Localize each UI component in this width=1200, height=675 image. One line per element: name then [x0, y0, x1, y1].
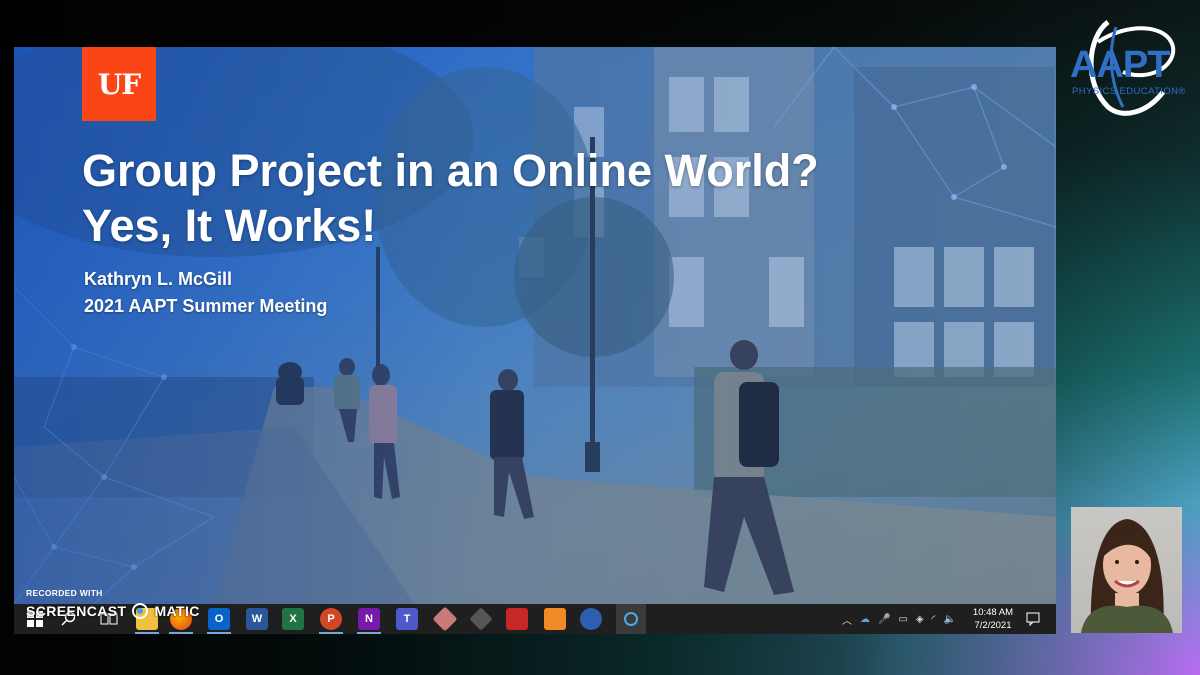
app-orange-icon[interactable] [544, 608, 566, 630]
onenote-underline [357, 632, 381, 634]
microphone-icon[interactable]: 🎤 [878, 614, 890, 625]
teams-icon[interactable]: T [396, 608, 418, 630]
aapt-logo-text: AAPT [1070, 44, 1170, 86]
taskbar-clock[interactable]: 10:48 AM 7/2/2021 [972, 606, 1014, 632]
clock-time: 10:48 AM [972, 607, 1014, 618]
clock-date: 7/2/2021 [974, 620, 1012, 631]
author-name: Kathryn L. McGill [84, 269, 233, 289]
volume-icon[interactable]: 🔈 [943, 614, 955, 625]
screencast-o-matic-taskbar-icon[interactable] [616, 604, 646, 634]
wifi-icon[interactable]: ◜ [932, 614, 936, 625]
screencast-o-matic-watermark: SCREENCAST MATIC [26, 603, 200, 619]
dropbox-icon[interactable]: ◈ [916, 614, 924, 625]
app-webex-icon[interactable] [580, 608, 602, 630]
slide-author-block: Kathryn L. McGill 2021 AAPT Summer Meeti… [84, 266, 327, 320]
powerpoint-icon[interactable]: P [320, 608, 342, 630]
slide-title: Group Project in an Online World? Yes, I… [82, 143, 982, 253]
outlook-underline [207, 632, 231, 634]
slide-title-line1: Group Project in an Online World? [82, 145, 819, 196]
firefox-underline [169, 632, 193, 634]
app-tag-icon[interactable] [432, 606, 458, 632]
app-diamond-icon[interactable] [469, 607, 493, 631]
system-tray: ︿ ☁ 🎤 ▭ ◈ ◜ 🔈 [842, 604, 956, 634]
chevron-up-icon[interactable]: ︿ [842, 612, 852, 627]
presenter-portrait [1081, 519, 1173, 633]
slide-color-overlay [14, 47, 1056, 604]
presentation-slide: UF Group Project in an Online World? Yes… [14, 47, 1056, 604]
presenter-webcam [1071, 507, 1182, 633]
watermark-left: SCREENCAST [26, 603, 127, 619]
file-explorer-underline [135, 632, 159, 634]
powerpoint-underline [319, 632, 343, 634]
word-icon[interactable]: W [246, 608, 268, 630]
slide-title-line2: Yes, It Works! [82, 200, 377, 251]
excel-icon[interactable]: X [282, 608, 304, 630]
uf-logo: UF [82, 47, 156, 121]
onenote-icon[interactable]: N [358, 608, 380, 630]
aapt-logo-subtext: PHYSICS EDUCATION® [1072, 86, 1186, 97]
battery-icon[interactable]: ▭ [898, 614, 907, 625]
recorded-with-label: RECORDED WITH [26, 588, 103, 598]
app-red-icon[interactable] [506, 608, 528, 630]
screencast-logo-icon [132, 603, 149, 619]
notification-icon[interactable] [1022, 608, 1044, 630]
onedrive-icon[interactable]: ☁ [860, 614, 870, 625]
watermark-right: MATIC [154, 603, 200, 619]
outlook-icon[interactable]: O [208, 608, 230, 630]
event-name: 2021 AAPT Summer Meeting [84, 296, 328, 316]
